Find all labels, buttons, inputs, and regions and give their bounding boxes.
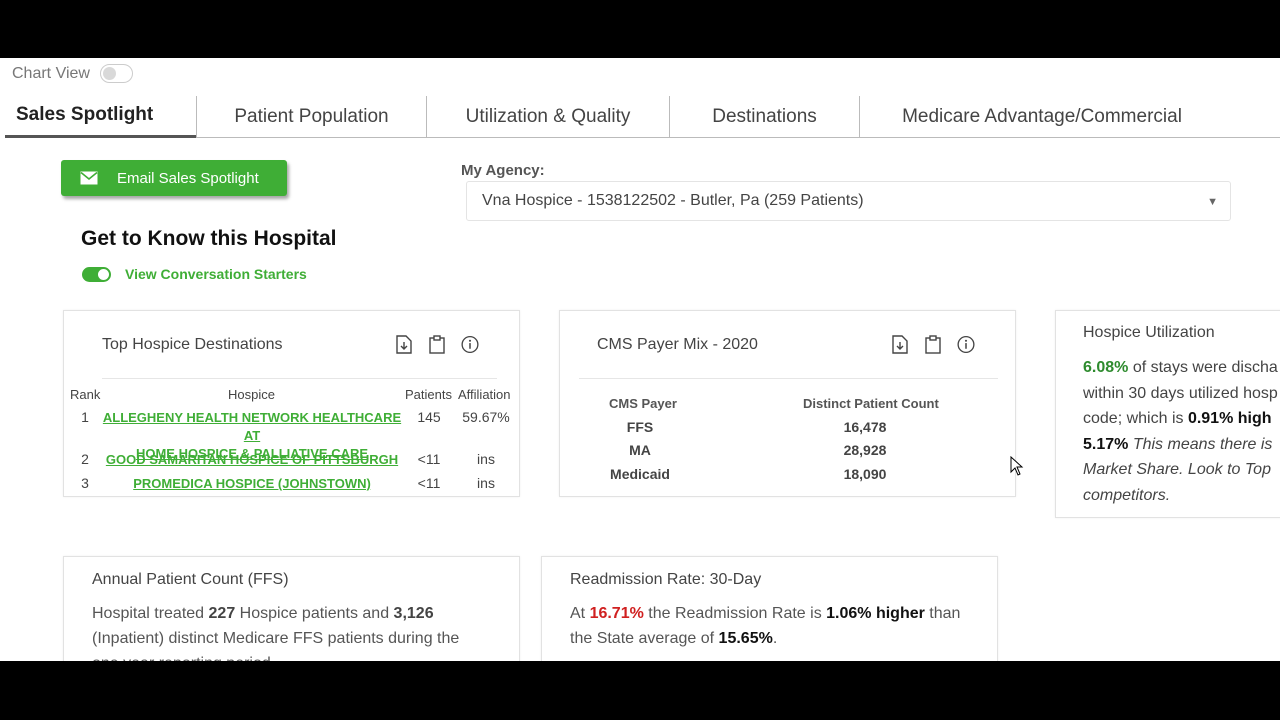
email-sales-spotlight-button[interactable]: Email Sales Spotlight xyxy=(61,160,287,196)
card-actions xyxy=(891,334,975,354)
tab-bar: Sales Spotlight Patient Population Utili… xyxy=(5,96,1280,138)
card-title: Top Hospice Destinations xyxy=(102,336,283,353)
row-patients: <11 xyxy=(417,451,441,467)
envelope-icon xyxy=(80,171,98,185)
tab-utilization-quality[interactable]: Utilization & Quality xyxy=(426,96,669,138)
row-affiliation: ins xyxy=(477,451,495,467)
row-rank: 1 xyxy=(81,409,89,425)
row-affiliation: ins xyxy=(477,475,495,491)
text-run: competitors. xyxy=(1083,486,1171,504)
agency-selected-value: Vna Hospice - 1538122502 - Butler, Pa (2… xyxy=(482,192,864,209)
conversation-starters-row: View Conversation Starters xyxy=(82,266,307,282)
text-run: code; which is xyxy=(1083,410,1188,427)
card-title: Hospice Utilization xyxy=(1083,324,1215,341)
clipboard-icon[interactable] xyxy=(924,334,942,354)
hospice-name-line: ALLEGHENY HEALTH NETWORK HEALTHCARE AT xyxy=(102,410,402,443)
tab-destinations[interactable]: Destinations xyxy=(669,96,859,138)
text-run: . xyxy=(772,630,778,647)
col-header-rank: Rank xyxy=(70,387,101,402)
chart-view-label: Chart View xyxy=(12,64,90,82)
card-actions xyxy=(395,334,479,354)
section-title: Get to Know this Hospital xyxy=(81,227,337,250)
conversation-starters-label[interactable]: View Conversation Starters xyxy=(125,266,307,282)
readmission-rate: 16.71% xyxy=(589,605,644,622)
text-run: Hospital treated xyxy=(92,605,209,622)
text-run: than xyxy=(924,605,961,622)
text-run: within 30 days utilized hosp xyxy=(1083,384,1278,402)
caret-down-icon: ▼ xyxy=(1207,196,1218,208)
readmission-state: 15.65% xyxy=(718,630,773,647)
download-icon[interactable] xyxy=(395,334,413,354)
app-viewport: Chart View Sales Spotlight Patient Popul… xyxy=(0,58,1280,661)
mouse-cursor-icon xyxy=(1010,455,1024,481)
card-title: Readmission Rate: 30-Day xyxy=(570,571,762,588)
annual-count-text: Hospital treated 227 Hospice patients an… xyxy=(92,601,512,661)
hospice-patient-count: 227 xyxy=(208,605,236,622)
annual-patient-count-card: Annual Patient Count (FFS) Hospital trea… xyxy=(63,556,520,661)
row-patients: 145 xyxy=(417,409,441,425)
payer-count: 28,928 xyxy=(843,442,887,458)
info-icon[interactable] xyxy=(461,334,479,354)
toggle-knob xyxy=(102,67,116,80)
text-run: Hospice patients and xyxy=(235,605,394,622)
col-header-patient-count: Distinct Patient Count xyxy=(803,396,939,411)
text-run: This means there is xyxy=(1128,435,1273,453)
payer-name: Medicaid xyxy=(610,466,670,482)
utilization-diff: 0.91% high xyxy=(1187,410,1272,427)
email-button-label: Email Sales Spotlight xyxy=(117,169,259,187)
col-header-patients: Patients xyxy=(405,387,452,402)
col-header-hospice: Hospice xyxy=(228,387,275,402)
text-run: of stays were discha xyxy=(1128,359,1278,376)
divider xyxy=(102,378,497,379)
utilization-text: 6.08% of stays were discha within 30 day… xyxy=(1083,355,1280,508)
agency-label: My Agency: xyxy=(461,162,545,179)
hospice-link[interactable]: PROMEDICA HOSPICE (JOHNSTOWN) xyxy=(102,475,402,493)
card-title: Annual Patient Count (FFS) xyxy=(92,571,289,588)
text-run: At xyxy=(570,605,590,622)
hospice-utilization-card: Hospice Utilization 6.08% of stays were … xyxy=(1055,310,1280,518)
utilization-state: 5.17% xyxy=(1083,435,1129,453)
row-rank: 3 xyxy=(81,475,89,491)
col-header-cms-payer: CMS Payer xyxy=(609,396,677,411)
agency-select[interactable]: Vna Hospice - 1538122502 - Butler, Pa (2… xyxy=(466,181,1231,221)
payer-name: FFS xyxy=(626,419,654,435)
text-run: (Inpatient) distinct Medicare FFS patien… xyxy=(92,630,460,647)
payer-count: 16,478 xyxy=(843,419,887,435)
clipboard-icon[interactable] xyxy=(428,334,446,354)
inpatient-count: 3,126 xyxy=(393,605,434,622)
text-run: the State average of xyxy=(570,630,719,647)
payer-count: 18,090 xyxy=(843,466,887,482)
tab-medicare-advantage[interactable]: Medicare Advantage/Commercial xyxy=(859,96,1224,138)
toggle-knob xyxy=(97,267,110,281)
download-icon[interactable] xyxy=(891,334,909,354)
chart-view-toggle-row: Chart View xyxy=(12,64,133,83)
row-patients: <11 xyxy=(417,475,441,491)
top-hospice-card: Top Hospice Destinations Rank Hospice Pa… xyxy=(63,310,520,497)
tab-sales-spotlight[interactable]: Sales Spotlight xyxy=(5,96,196,138)
text-run: the Readmission Rate is xyxy=(643,605,827,622)
row-rank: 2 xyxy=(81,451,89,467)
card-title: CMS Payer Mix - 2020 xyxy=(597,336,758,353)
info-icon[interactable] xyxy=(957,334,975,354)
cms-payer-card: CMS Payer Mix - 2020 CMS Payer Distinct … xyxy=(559,310,1016,497)
readmission-text: At 16.71% the Readmission Rate is 1.06% … xyxy=(570,601,990,651)
conversation-starters-toggle[interactable] xyxy=(82,266,111,282)
utilization-pct: 6.08% xyxy=(1083,359,1129,376)
tab-patient-population[interactable]: Patient Population xyxy=(196,96,426,138)
chart-view-toggle[interactable] xyxy=(99,64,133,83)
row-affiliation: 59.67% xyxy=(462,409,510,425)
text-run: Market Share. Look to Top xyxy=(1083,461,1271,478)
hospice-link[interactable]: GOOD SAMARITAN HOSPICE OF PITTSBURGH xyxy=(102,451,402,469)
readmission-diff: 1.06% higher xyxy=(826,605,925,622)
text-run: one year reporting period. xyxy=(92,651,512,661)
payer-name: MA xyxy=(629,442,651,458)
col-header-affiliation: Affiliation xyxy=(458,387,511,402)
readmission-rate-card: Readmission Rate: 30-Day At 16.71% the R… xyxy=(541,556,998,661)
divider xyxy=(579,378,998,379)
